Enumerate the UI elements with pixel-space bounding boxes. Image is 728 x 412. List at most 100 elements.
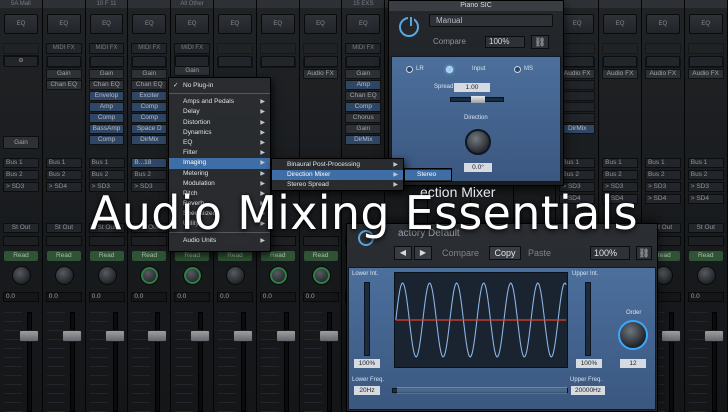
upper-int-value[interactable]: 100% [576, 359, 602, 368]
audio-fx-slot[interactable]: Space D [131, 124, 168, 134]
spread-slider[interactable] [450, 96, 504, 103]
gain-slot[interactable]: Gain [3, 136, 39, 149]
send-slot[interactable]: Bus 1 [602, 158, 639, 168]
audio-fx-slot[interactable]: Gain [345, 69, 382, 79]
upper-freq-value[interactable]: 20000Hz [571, 386, 605, 395]
ms-radio[interactable] [514, 66, 521, 73]
eq-button[interactable]: EQ [346, 14, 381, 34]
power-icon[interactable] [399, 15, 419, 37]
link-icon[interactable] [89, 56, 124, 67]
audio-fx-slot[interactable]: Chorus [345, 113, 382, 123]
zoom-dropdown[interactable]: 100% [590, 246, 630, 260]
automation-mode-button[interactable]: Read [89, 251, 124, 261]
audio-fx-slot[interactable]: DirMix [131, 135, 168, 145]
audio-fx-slot[interactable]: Audio FX [559, 69, 596, 79]
send-slot[interactable]: Bus 2 [45, 170, 82, 180]
audio-fx-slot[interactable]: Chan EQ [345, 91, 382, 101]
audio-fx-slot[interactable]: Audio FX [302, 69, 339, 79]
audio-fx-slot[interactable]: Gain [45, 69, 82, 79]
pan-knob[interactable] [225, 266, 245, 285]
audio-fx-slot[interactable]: Amp [345, 80, 382, 90]
link-icon[interactable] [603, 56, 638, 67]
audio-fx-slot[interactable]: Gain [345, 124, 382, 134]
lr-radio[interactable] [406, 66, 413, 73]
audio-fx-slot[interactable]: DirMix [345, 135, 382, 145]
frequency-range-slider[interactable] [392, 387, 568, 394]
menu-item[interactable]: No Plug-in ✓ [169, 81, 270, 91]
audio-fx-slot[interactable]: Comp [88, 135, 125, 145]
volume-fader[interactable] [703, 330, 724, 342]
link-icon[interactable] [688, 56, 723, 67]
volume-fader[interactable] [104, 330, 125, 342]
audio-fx-slot[interactable]: Exciter [131, 91, 168, 101]
prev-preset-button[interactable]: ◀ [394, 246, 412, 260]
eq-button[interactable]: EQ [132, 14, 167, 34]
eq-button[interactable]: EQ [303, 14, 338, 34]
midi-fx-slot[interactable]: MIDI FX [88, 43, 125, 54]
audio-fx-slot[interactable]: Gain [131, 69, 168, 79]
menu-item[interactable]: Imaging ▶ [169, 158, 270, 169]
send-slot[interactable]: Bus 1 [644, 158, 681, 168]
menu-item[interactable]: EQ ▶ [169, 138, 270, 148]
eq-button[interactable]: EQ [217, 14, 252, 34]
link-icon[interactable]: ⛓ [531, 35, 549, 49]
send-slot[interactable]: Bus 2 [687, 170, 724, 180]
audio-fx-slot[interactable]: Comp [345, 102, 382, 112]
audio-fx-slot[interactable] [559, 91, 596, 101]
next-preset-button[interactable]: ▶ [414, 246, 432, 260]
link-icon[interactable] [46, 56, 81, 67]
pan-knob[interactable] [311, 266, 331, 285]
menu-item[interactable]: Amps and Pedals ▶ [169, 97, 270, 107]
link-icon[interactable] [560, 56, 595, 67]
link-icon[interactable] [175, 56, 210, 67]
volume-fader[interactable] [19, 330, 39, 342]
midi-fx-slot[interactable]: MIDI FX [131, 43, 168, 54]
eq-button[interactable]: EQ [260, 14, 295, 34]
send-slot[interactable]: Bus 1 [687, 158, 724, 168]
audio-fx-slot[interactable]: Chan EQ [88, 80, 125, 90]
spread-value[interactable]: 1.00 [454, 83, 490, 92]
compare-button[interactable]: Compare [433, 37, 466, 46]
pan-knob[interactable] [97, 266, 117, 285]
audio-fx-slot[interactable]: Comp [131, 113, 168, 123]
send-slot[interactable]: Bus 1 [88, 158, 125, 168]
direction-knob[interactable] [465, 129, 491, 155]
link-icon[interactable]: ⊖ [4, 56, 38, 67]
menu-item[interactable]: Filter ▶ [169, 148, 270, 158]
volume-fader[interactable] [190, 330, 211, 342]
preset-dropdown[interactable]: Manual [429, 14, 553, 27]
audio-fx-slot[interactable]: Audio FX [644, 69, 681, 79]
midi-fx-slot[interactable] [644, 43, 681, 54]
audio-fx-slot[interactable]: BassAmp [88, 124, 125, 134]
volume-fader[interactable] [275, 330, 296, 342]
audio-fx-slot[interactable]: Gain [174, 66, 210, 76]
volume-fader[interactable] [232, 330, 253, 342]
order-value[interactable]: 12 [620, 359, 646, 368]
pan-knob[interactable] [183, 266, 203, 285]
menu-item[interactable]: Stereo [405, 170, 451, 181]
send-slot[interactable]: Bus 2 [131, 170, 168, 180]
send-slot[interactable]: Bus 1 [3, 158, 39, 168]
audio-fx-slot[interactable]: Amp [88, 102, 125, 112]
pan-knob[interactable] [12, 266, 31, 285]
audio-fx-slot[interactable]: Chan EQ [45, 80, 82, 90]
link-icon[interactable] [346, 56, 381, 67]
link-icon[interactable] [217, 56, 252, 67]
audio-fx-slot[interactable]: DirMix [559, 124, 596, 134]
send-slot[interactable]: Bus 2 [644, 170, 681, 180]
midi-fx-slot[interactable]: MIDI FX [174, 43, 210, 54]
pan-knob[interactable] [140, 266, 160, 285]
midi-fx-slot[interactable]: MIDI FX [45, 43, 82, 54]
paste-button[interactable]: Paste [528, 248, 551, 258]
automation-mode-button[interactable]: Read [688, 251, 723, 261]
eq-button[interactable]: EQ [89, 14, 124, 34]
send-slot[interactable]: Bus 2 [602, 170, 639, 180]
copy-button[interactable]: Copy [489, 246, 521, 260]
audio-fx-slot[interactable]: Audio FX [687, 69, 724, 79]
automation-mode-button[interactable]: Read [4, 251, 38, 261]
zoom-dropdown[interactable]: 100% [485, 36, 525, 48]
lower-freq-value[interactable]: 20Hz [354, 386, 380, 395]
midi-fx-slot[interactable] [216, 43, 253, 54]
audio-fx-slot[interactable]: Gain [88, 69, 125, 79]
automation-mode-button[interactable]: Read [132, 251, 167, 261]
